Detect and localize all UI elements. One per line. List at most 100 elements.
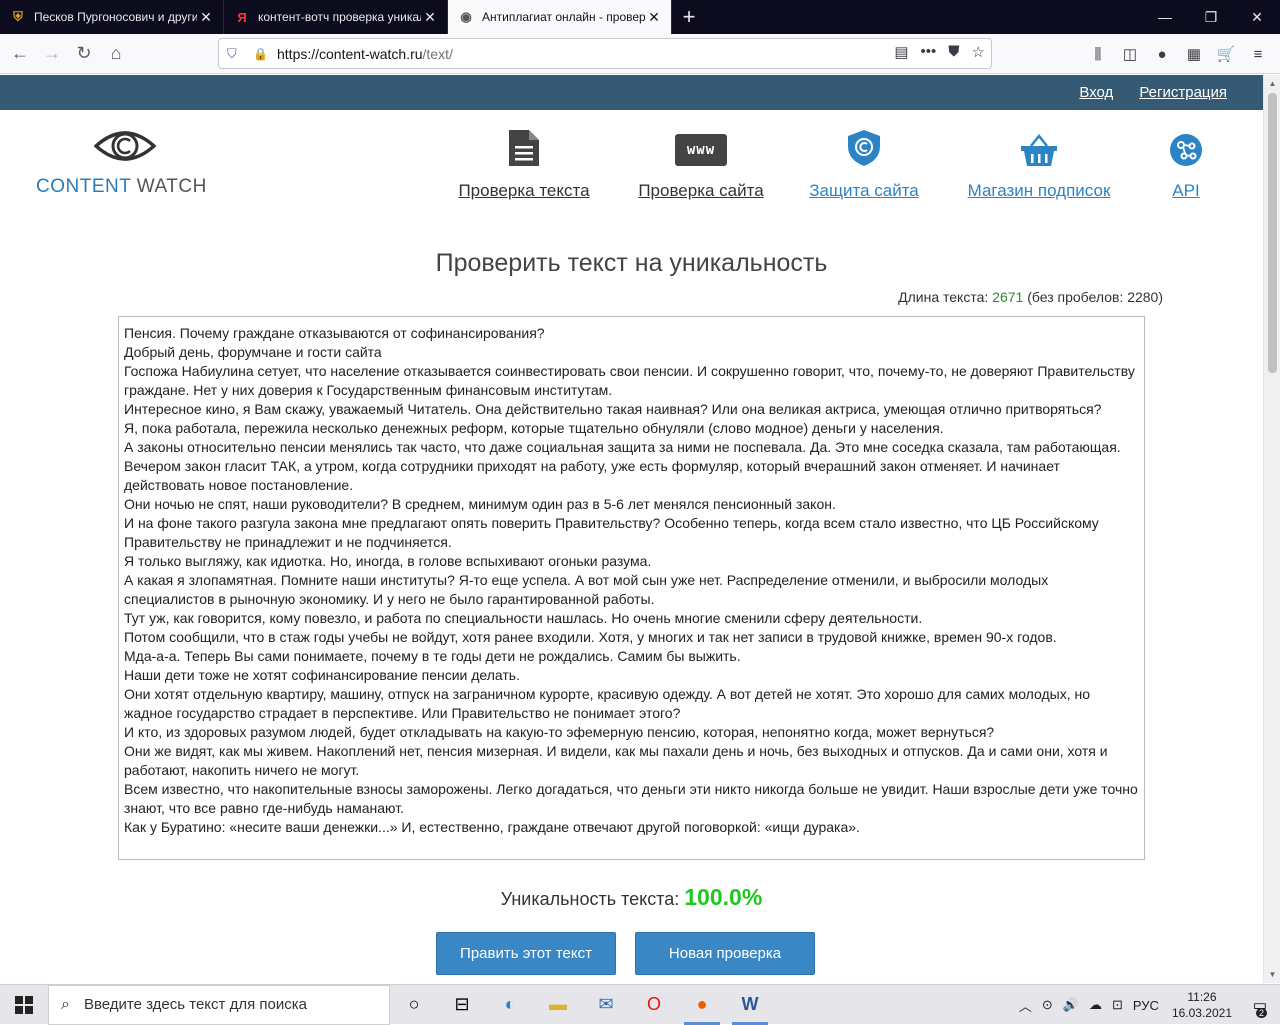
meet-now-icon[interactable]: ⊙ xyxy=(1042,997,1053,1013)
nav-text-check-label[interactable]: Проверка текста xyxy=(458,181,589,201)
length-no-spaces: (без пробелов: 2280) xyxy=(1023,289,1163,305)
page-title: Проверить текст на уникальность xyxy=(435,249,828,277)
length-value: 2671 xyxy=(992,289,1024,305)
text-line: Они хотят отдельную квартиру, машину, от… xyxy=(124,686,1091,721)
page-actions-icon[interactable]: ••• xyxy=(921,43,937,61)
nav-site-protection[interactable]: Защита сайта xyxy=(809,130,919,201)
new-tab-button[interactable]: + xyxy=(672,0,706,34)
text-line: И кто, из здоровых разумом людей, будет … xyxy=(124,724,995,740)
logo-text: CONTENT WATCH xyxy=(36,176,207,198)
nav-site-check[interactable]: www Проверка сайта xyxy=(638,130,764,201)
shield-favicon-icon: ⛨ xyxy=(13,9,23,24)
timeline-icon[interactable]: ⊟ xyxy=(438,985,486,1025)
toolbar-right: ⫼ ◫ ● ▦ 🛒 ≡ xyxy=(1086,38,1270,70)
text-line: Я только выгляжу, как идиотка. Но, иногд… xyxy=(124,553,652,569)
length-label: Длина текста: xyxy=(898,289,993,305)
reader-view-icon[interactable]: ▤ xyxy=(894,43,908,61)
uniqueness-value: 100.0% xyxy=(684,884,763,910)
menu-icon[interactable]: ≡ xyxy=(1246,38,1270,70)
tab-title: Песков Пургоносович и другие xyxy=(34,10,197,24)
uniqueness-result: Уникальность текста: 100.0% xyxy=(0,884,1263,911)
basket-icon xyxy=(1021,134,1057,166)
forward-icon[interactable]: → xyxy=(36,38,68,70)
nav-subscription-shop[interactable]: Магазин подписок xyxy=(966,130,1112,201)
nav-api-label[interactable]: API xyxy=(1172,181,1199,201)
scroll-up-icon[interactable]: ▲ xyxy=(1264,79,1280,88)
shield-copyright-icon xyxy=(848,130,880,166)
url-text: https://content-watch.ru/text/ xyxy=(277,46,453,62)
sidebar-icon[interactable]: ◫ xyxy=(1118,38,1142,70)
browser-toolbar: ← → ↻ ⌂ ⛉ 🔒 https://content-watch.ru/tex… xyxy=(0,34,1280,74)
windows-start-icon[interactable] xyxy=(0,985,48,1025)
back-icon[interactable]: ← xyxy=(4,38,36,70)
extension-icon[interactable]: ▦ xyxy=(1182,38,1206,70)
text-input-area[interactable]: Пенсия. Почему граждане отказываются от … xyxy=(118,316,1145,860)
language-indicator[interactable]: РУС xyxy=(1133,998,1159,1013)
minimize-icon[interactable]: — xyxy=(1142,0,1188,34)
restore-icon[interactable]: ❐ xyxy=(1188,0,1234,34)
clock-time: 11:26 xyxy=(1187,990,1217,1004)
task-view-icon[interactable]: ○ xyxy=(390,985,438,1025)
new-check-button[interactable]: Новая проверка xyxy=(635,932,815,975)
cart-extension-icon[interactable]: 🛒 xyxy=(1214,38,1238,70)
text-line: Они ночью не спят, наши руководители? В … xyxy=(124,496,836,512)
windows-taskbar: ⌕ Введите здесь текст для поиска ○ ⊟ ◐ ▬… xyxy=(0,984,1280,1025)
bookmark-star-icon[interactable]: ☆ xyxy=(972,43,985,61)
system-tray: ︿ ⊙ 🔊 ☁ ⊡ РУС 11:26 16.03.2021 ▭ 2 xyxy=(1014,985,1280,1025)
nav-site-check-label[interactable]: Проверка сайта xyxy=(638,181,763,201)
text-line: Наши дети тоже не хотят софинансирование… xyxy=(124,667,520,683)
close-window-icon[interactable]: ✕ xyxy=(1234,0,1280,34)
edge-icon[interactable]: ◐ xyxy=(486,985,534,1025)
network-icon[interactable]: ⊡ xyxy=(1112,997,1123,1013)
nav-subscription-shop-label[interactable]: Магазин подписок xyxy=(968,181,1111,201)
notification-center-icon[interactable]: ▭ 2 xyxy=(1240,985,1280,1025)
browser-tab-3[interactable]: ◉ Антиплагиат онлайн - проверка ✕ xyxy=(448,0,672,34)
library-icon[interactable]: ⫼ xyxy=(1086,38,1110,70)
text-line: Они же видят, как мы живем. Накоплений н… xyxy=(124,743,1108,778)
reload-icon[interactable]: ↻ xyxy=(68,38,100,70)
text-line: Я, пока работала, пережила несколько ден… xyxy=(124,420,944,436)
close-icon[interactable]: ✕ xyxy=(197,9,215,26)
browser-tab-2[interactable]: Я контент-вотч проверка уникальности ✕ xyxy=(224,0,448,34)
clock[interactable]: 11:26 16.03.2021 xyxy=(1172,989,1232,1021)
tracking-shield-icon[interactable]: ⛉ xyxy=(227,46,245,62)
mail-icon[interactable]: ✉ xyxy=(582,985,630,1025)
close-icon[interactable]: ✕ xyxy=(421,9,439,26)
text-line: Интересное кино, я Вам скажу, уважаемый … xyxy=(124,401,1102,417)
text-line: Пенсия. Почему граждане отказываются от … xyxy=(124,325,545,341)
opera-icon[interactable]: O xyxy=(630,985,678,1025)
yandex-favicon-icon: Я xyxy=(237,9,247,25)
account-icon[interactable]: ● xyxy=(1150,38,1174,70)
volume-icon[interactable]: 🔊 xyxy=(1063,997,1079,1013)
taskbar-search[interactable]: ⌕ Введите здесь текст для поиска xyxy=(48,984,390,1025)
register-link[interactable]: Регистрация xyxy=(1139,84,1227,101)
scroll-down-icon[interactable]: ▼ xyxy=(1264,970,1280,979)
logo-watch: WATCH xyxy=(136,176,207,197)
url-path: /text/ xyxy=(422,45,453,62)
tray-chevron-icon[interactable]: ︿ xyxy=(1019,996,1032,1015)
text-line: А законы относительно пенсии менялись та… xyxy=(124,439,1121,493)
login-link[interactable]: Вход xyxy=(1079,84,1113,101)
browser-tab-1[interactable]: ⛨ Песков Пургоносович и другие ✕ xyxy=(0,0,224,34)
lock-icon[interactable]: 🔒 xyxy=(253,47,268,61)
home-icon[interactable]: ⌂ xyxy=(100,38,132,70)
pocket-icon[interactable]: ⛊ xyxy=(948,43,959,61)
document-icon xyxy=(509,130,539,166)
nav-site-protection-label[interactable]: Защита сайта xyxy=(809,181,918,201)
address-bar[interactable]: ⛉ 🔒 https://content-watch.ru/text/ ▤ •••… xyxy=(218,38,992,69)
file-explorer-icon[interactable]: ▬ xyxy=(534,985,582,1025)
onedrive-icon[interactable]: ☁ xyxy=(1089,997,1102,1013)
www-icon: www xyxy=(675,134,727,166)
firefox-icon[interactable]: ● xyxy=(678,985,726,1025)
word-icon[interactable]: W xyxy=(726,985,774,1025)
nav-text-check[interactable]: Проверка текста xyxy=(458,130,590,201)
nav-api[interactable]: API xyxy=(1166,130,1206,201)
notification-count: 2 xyxy=(1255,1008,1267,1018)
page-scrollbar[interactable]: ▲ ▼ xyxy=(1263,75,1280,983)
text-line: Мда-а-а. Теперь Вы сами понимаете, почем… xyxy=(124,648,741,664)
scrollbar-thumb[interactable] xyxy=(1268,93,1277,373)
site-header: CONTENT WATCH Проверка текста www Провер… xyxy=(0,110,1263,220)
edit-text-button[interactable]: Править этот текст xyxy=(436,932,616,975)
close-icon[interactable]: ✕ xyxy=(645,9,663,26)
text-line: А какая я злопамятная. Помните наши инст… xyxy=(124,572,1049,607)
